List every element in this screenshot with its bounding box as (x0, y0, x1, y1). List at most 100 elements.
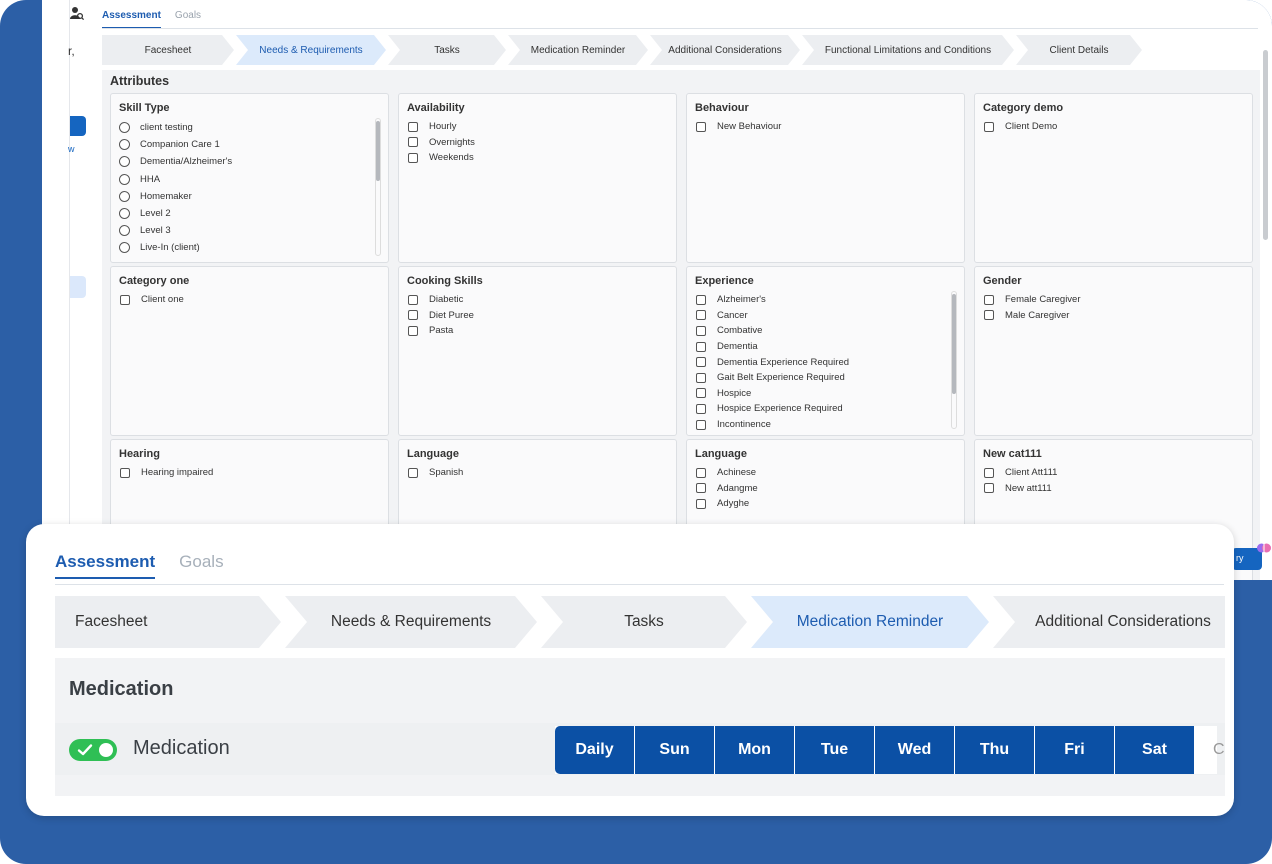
sidebar-selected-item[interactable] (70, 276, 86, 298)
checkbox[interactable] (696, 357, 706, 368)
attribute-option[interactable]: Adyghe (695, 496, 964, 512)
step-facesheet[interactable]: Facesheet (102, 35, 234, 65)
step-additional-considerations[interactable]: Additional Considerations (993, 596, 1225, 648)
checkbox[interactable] (984, 310, 994, 321)
tab-assessment[interactable]: Assessment (102, 10, 161, 29)
attribute-option[interactable]: Spanish (407, 465, 676, 481)
medication-toggle[interactable] (69, 739, 117, 761)
checkbox[interactable] (696, 498, 706, 509)
step-medication-reminder[interactable]: Medication Reminder (508, 35, 648, 65)
day-button-partial[interactable]: C (1195, 726, 1225, 774)
step-functional-limitations-and-conditions[interactable]: Functional Limitations and Conditions (802, 35, 1014, 65)
checkbox[interactable] (696, 467, 706, 478)
attribute-option[interactable]: Level 3 (119, 222, 388, 239)
attribute-option[interactable]: Client Demo (983, 119, 1252, 135)
attribute-option[interactable]: Cancer (695, 308, 964, 324)
day-button-sun[interactable]: Sun (635, 726, 715, 774)
checkbox[interactable] (408, 152, 418, 163)
attribute-option[interactable]: New att111 (983, 481, 1252, 497)
attribute-option[interactable]: Dementia/Alzheimer's (119, 153, 388, 170)
attribute-option[interactable]: New Behaviour (695, 119, 964, 135)
radio-button[interactable] (119, 173, 130, 185)
attribute-option[interactable]: Diabetic (407, 292, 676, 308)
step-medication-reminder[interactable]: Medication Reminder (751, 596, 989, 648)
checkbox[interactable] (408, 294, 418, 305)
checkbox[interactable] (696, 403, 706, 414)
tab-assessment[interactable]: Assessment (55, 552, 156, 579)
day-button-thu[interactable]: Thu (955, 726, 1035, 774)
attribute-option[interactable]: Hospice Experience Required (695, 401, 964, 417)
checkbox[interactable] (696, 372, 706, 383)
page-scrollbar[interactable] (1263, 50, 1268, 240)
card-scrollbar[interactable] (951, 291, 957, 429)
day-button-mon[interactable]: Mon (715, 726, 795, 774)
checkbox[interactable] (696, 310, 706, 321)
checkbox[interactable] (120, 467, 130, 478)
checkbox[interactable] (696, 341, 706, 352)
scrollbar-thumb[interactable] (376, 121, 380, 181)
day-button-tue[interactable]: Tue (795, 726, 875, 774)
checkbox[interactable] (696, 294, 706, 305)
attribute-option[interactable]: Hourly (407, 119, 676, 135)
checkbox[interactable] (696, 483, 706, 494)
attribute-option[interactable]: Client one (119, 292, 388, 308)
card-scrollbar[interactable] (375, 118, 381, 256)
radio-button[interactable] (119, 139, 130, 151)
attribute-option[interactable]: Adangme (695, 481, 964, 497)
checkbox[interactable] (696, 419, 706, 430)
attribute-option[interactable]: Companion Care 1 (119, 136, 388, 153)
checkbox[interactable] (408, 137, 418, 148)
checkbox[interactable] (696, 388, 706, 399)
checkbox[interactable] (984, 121, 994, 132)
attribute-option[interactable]: Level 2 (119, 205, 388, 222)
step-additional-considerations[interactable]: Additional Considerations (650, 35, 800, 65)
step-client-details[interactable]: Client Details (1016, 35, 1142, 65)
attribute-option[interactable]: Hearing impaired (119, 465, 388, 481)
step-needs-requirements[interactable]: Needs & Requirements (236, 35, 386, 65)
brain-icon[interactable] (1256, 540, 1272, 556)
attribute-option[interactable]: Diet Puree (407, 308, 676, 324)
user-search-icon[interactable] (70, 6, 84, 20)
radio-button[interactable] (119, 156, 130, 168)
checkbox[interactable] (408, 325, 418, 336)
step-tasks[interactable]: Tasks (541, 596, 747, 648)
attribute-option[interactable]: Dementia (695, 339, 964, 355)
attribute-option[interactable]: Weekends (407, 150, 676, 166)
attribute-option[interactable]: Incontinence (695, 417, 964, 433)
radio-button[interactable] (119, 190, 130, 202)
step-needs-requirements[interactable]: Needs & Requirements (285, 596, 537, 648)
checkbox[interactable] (408, 310, 418, 321)
attribute-option[interactable]: Achinese (695, 465, 964, 481)
checkbox[interactable] (408, 121, 418, 132)
attribute-option[interactable]: Pasta (407, 323, 676, 339)
attribute-option[interactable]: Dementia Experience Required (695, 354, 964, 370)
checkbox[interactable] (984, 294, 994, 305)
attribute-option[interactable]: Live-In (client) (119, 239, 388, 256)
day-button-sat[interactable]: Sat (1115, 726, 1195, 774)
attribute-option[interactable]: Hospice (695, 386, 964, 402)
checkbox[interactable] (696, 121, 706, 132)
attribute-option[interactable]: Alzheimer's (695, 292, 964, 308)
radio-button[interactable] (119, 242, 130, 254)
tab-goals[interactable]: Goals (175, 10, 201, 27)
day-button-fri[interactable]: Fri (1035, 726, 1115, 774)
radio-button[interactable] (119, 122, 130, 134)
tab-goals[interactable]: Goals (179, 552, 223, 577)
attribute-option[interactable]: Gait Belt Experience Required (695, 370, 964, 386)
checkbox[interactable] (408, 467, 418, 478)
attribute-option[interactable]: Female Caregiver (983, 292, 1252, 308)
attribute-option[interactable]: Homemaker (119, 188, 388, 205)
sidebar-button[interactable] (70, 116, 86, 136)
attribute-option[interactable]: Overnights (407, 135, 676, 151)
radio-button[interactable] (119, 208, 130, 220)
step-tasks[interactable]: Tasks (388, 35, 506, 65)
checkbox[interactable] (984, 483, 994, 494)
checkbox[interactable] (696, 325, 706, 336)
attribute-option[interactable]: Client Att111 (983, 465, 1252, 481)
day-button-daily[interactable]: Daily (555, 726, 635, 774)
attribute-option[interactable]: client testing (119, 119, 388, 136)
step-facesheet[interactable]: Facesheet (55, 596, 281, 648)
sidebar-link[interactable]: w (68, 144, 75, 154)
checkbox[interactable] (120, 294, 130, 305)
radio-button[interactable] (119, 225, 130, 237)
